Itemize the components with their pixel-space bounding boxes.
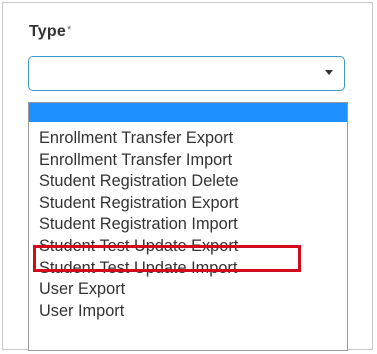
dropdown-option-student-registration-import[interactable]: Student Registration Import	[29, 213, 347, 235]
dropdown-option-student-test-update-export[interactable]: Student Test Update Export	[29, 235, 347, 257]
dropdown-option-user-export[interactable]: User Export	[29, 278, 347, 300]
type-label-text: Type	[29, 23, 66, 40]
required-asterisk: *	[66, 24, 72, 36]
dropdown-option-student-registration-delete[interactable]: Student Registration Delete	[29, 170, 347, 192]
dropdown-option-enrollment-transfer-import[interactable]: Enrollment Transfer Import	[29, 149, 347, 171]
dropdown-option-enrollment-transfer-export[interactable]: Enrollment Transfer Export	[29, 127, 347, 149]
type-dropdown-list[interactable]: Enrollment Transfer Export Enrollment Tr…	[28, 102, 348, 351]
type-select[interactable]	[28, 56, 345, 91]
dropdown-option-student-registration-export[interactable]: Student Registration Export	[29, 192, 347, 214]
dropdown-option-user-import[interactable]: User Import	[29, 300, 347, 322]
dropdown-option-student-test-update-import[interactable]: Student Test Update Import	[29, 257, 347, 279]
form-panel: Type* Enrollment Transfer Export Enrollm…	[2, 2, 373, 351]
dropdown-option-blank[interactable]	[29, 103, 347, 122]
caret-down-icon	[325, 70, 333, 75]
type-field-label: Type*	[29, 23, 71, 41]
